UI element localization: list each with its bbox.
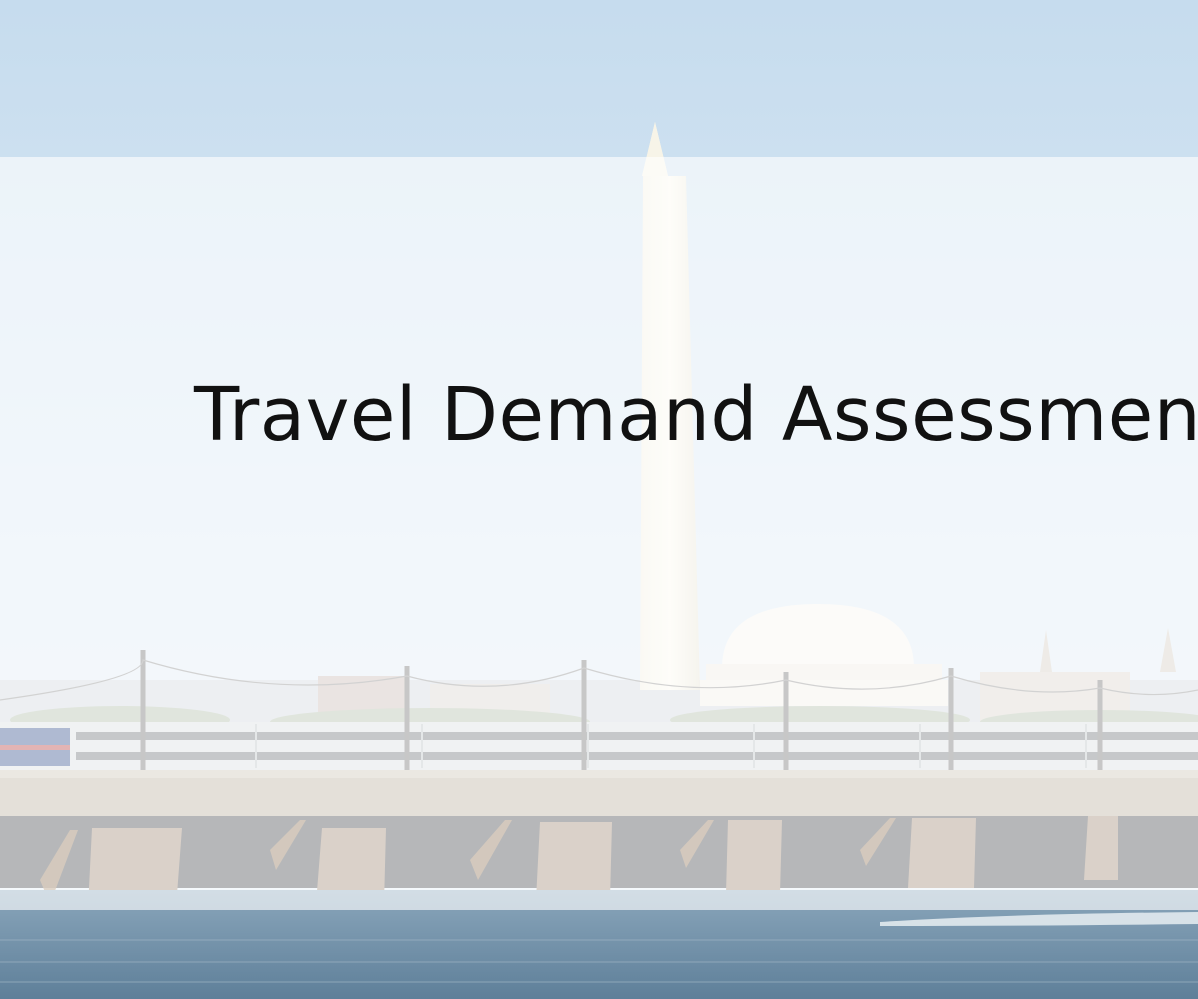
slide: Travel Demand Assessment (0, 0, 1198, 999)
slide-title: Travel Demand Assessment (194, 372, 1198, 458)
title-overlay-panel (0, 157, 1198, 910)
